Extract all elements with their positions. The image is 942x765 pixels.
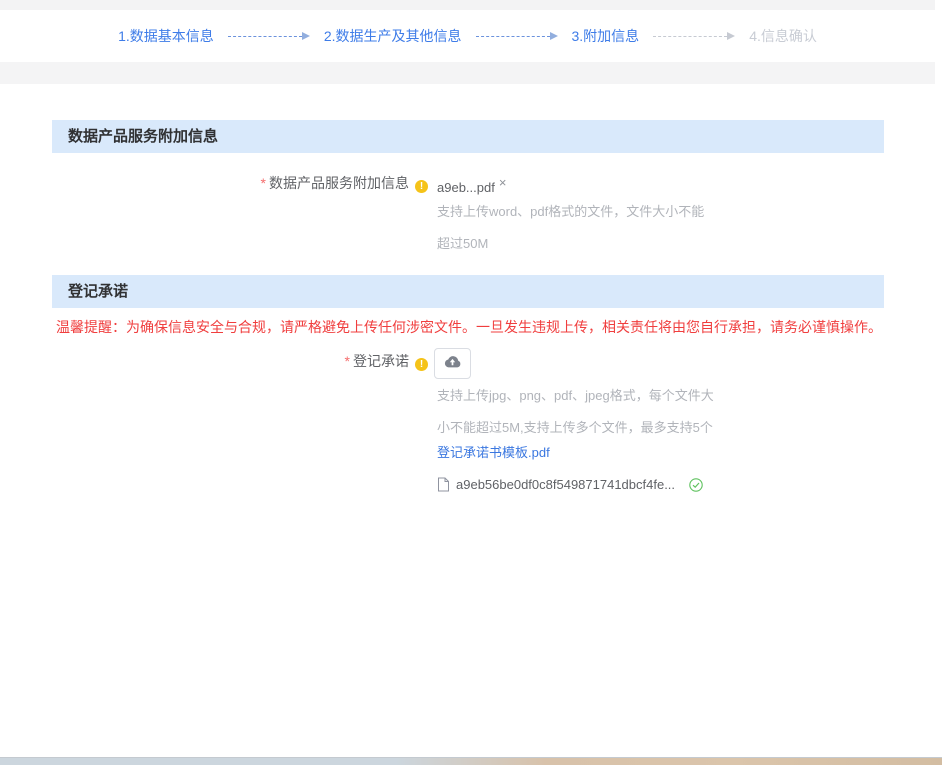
required-asterisk: * <box>261 175 266 191</box>
top-divider <box>0 0 935 10</box>
step-arrow-icon <box>228 32 310 40</box>
step-additional-info[interactable]: 3.附加信息 <box>572 26 640 46</box>
registration-wizard-page: 1.数据基本信息 2.数据生产及其他信息 3.附加信息 4.信息确认 数据产品服… <box>0 0 942 765</box>
step-arrow-icon <box>476 32 558 40</box>
desktop-edge-strip <box>0 757 942 765</box>
section-title-additional-service-info: 数据产品服务附加信息 <box>52 120 884 153</box>
template-download-link[interactable]: 登记承诺书模板.pdf <box>437 442 550 461</box>
remove-file-icon[interactable]: × <box>499 175 507 190</box>
upload-success-icon <box>689 478 703 492</box>
uploaded-file-chip: a9eb...pdf× <box>437 180 506 195</box>
step-confirm-info[interactable]: 4.信息确认 <box>749 26 817 46</box>
required-asterisk: * <box>345 353 350 369</box>
info-warning-icon: ! <box>415 180 428 193</box>
footer-button-bar: 暂存 取消 上一步 下一步 <box>0 712 942 757</box>
security-warning-text: 温馨提醒：为确保信息安全与合规，请严格避免上传任何涉密文件。一旦发生违规上传，相… <box>56 317 886 337</box>
field-label-additional-service-info: *数据产品服务附加信息! <box>118 173 428 193</box>
field-label-registration-commitment: *登记承诺! <box>118 351 428 371</box>
upload-hint-text: 支持上传jpg、png、pdf、jpeg格式，每个文件大 小不能超过5M,支持上… <box>437 380 714 444</box>
document-icon <box>437 477 450 492</box>
upload-hint-text: 支持上传word、pdf格式的文件，文件大小不能 超过50M <box>437 196 704 260</box>
info-warning-icon: ! <box>415 358 428 371</box>
uploaded-file-name: a9eb56be0df0c8f549871741dbcf4fe... <box>456 477 675 492</box>
step-arrow-icon <box>653 32 735 40</box>
uploaded-file-row[interactable]: a9eb56be0df0c8f549871741dbcf4fe... <box>437 477 703 492</box>
scrollbar-track[interactable] <box>935 0 942 757</box>
upload-button[interactable] <box>434 348 471 379</box>
step-indicator: 1.数据基本信息 2.数据生产及其他信息 3.附加信息 4.信息确认 <box>0 10 935 62</box>
section-title-registration-commitment: 登记承诺 <box>52 275 884 308</box>
cloud-upload-icon <box>443 354 462 374</box>
step-production-info[interactable]: 2.数据生产及其他信息 <box>324 26 462 46</box>
uploaded-file-name: a9eb...pdf <box>437 180 495 195</box>
step-basic-info[interactable]: 1.数据基本信息 <box>118 26 214 46</box>
header-divider-band <box>0 62 935 84</box>
